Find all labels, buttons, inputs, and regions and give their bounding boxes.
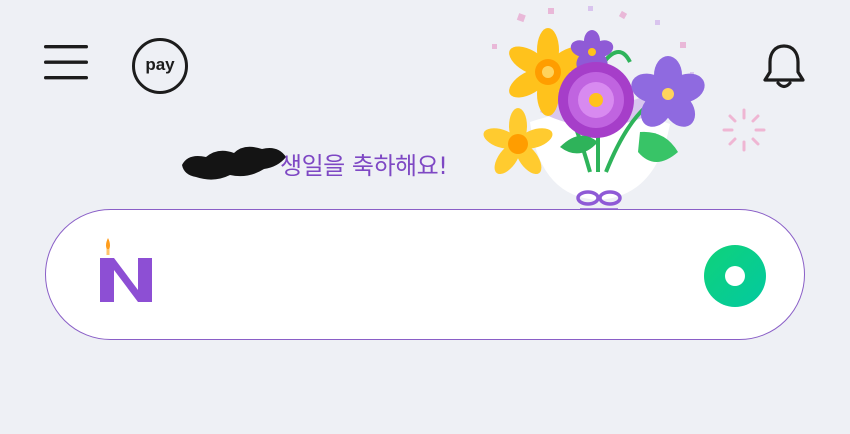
birthday-greeting: 생일을 축하해요! (178, 143, 448, 183)
menu-button[interactable] (42, 42, 90, 82)
green-dot-icon[interactable] (703, 244, 767, 308)
greeting-text: 생일을 축하해요! (280, 151, 448, 180)
hamburger-menu-icon (44, 45, 88, 80)
search-input[interactable] (186, 250, 690, 302)
pay-label: pay (145, 55, 175, 74)
redacted-name-mark (182, 146, 286, 180)
flower-bouquet-illustration (483, 6, 766, 212)
pay-button[interactable]: pay (132, 38, 188, 94)
search-bar[interactable] (45, 209, 805, 340)
sparkle-burst (722, 108, 766, 152)
naver-n-logo-icon (100, 238, 152, 302)
